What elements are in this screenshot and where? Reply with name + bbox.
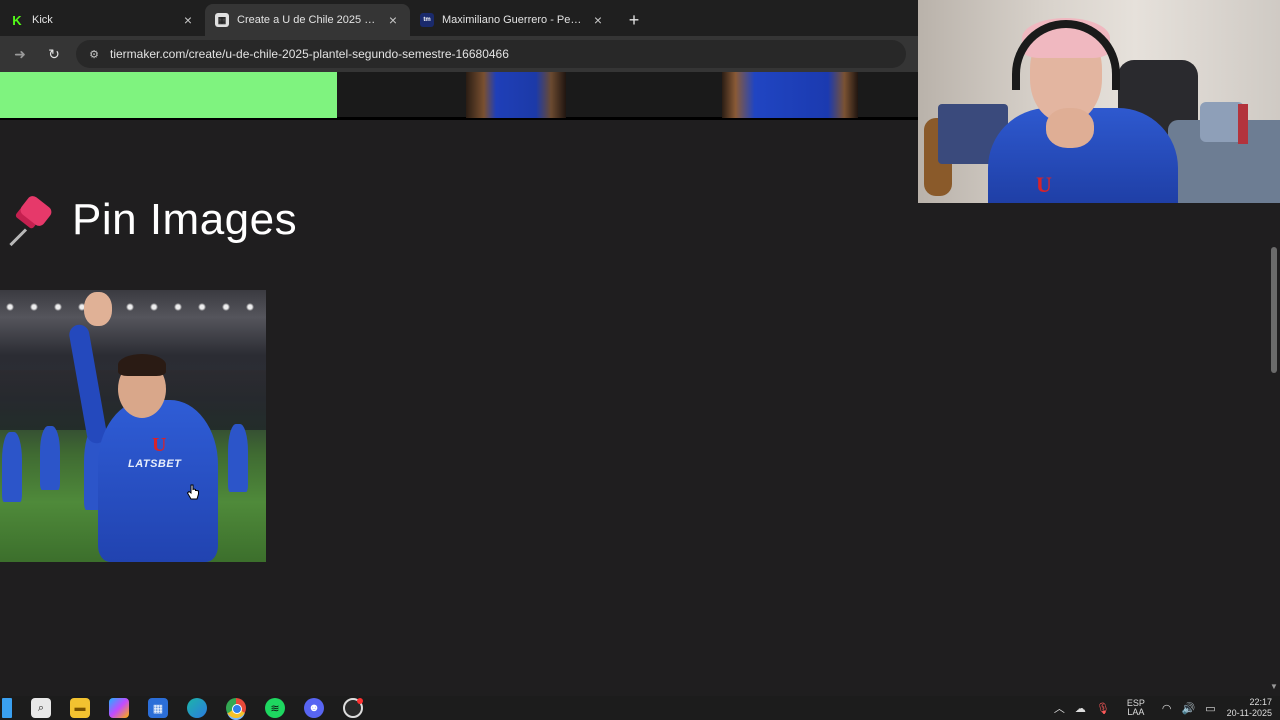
background-player [2,432,22,502]
site-info-icon[interactable]: ⚙ [86,46,102,62]
screen: K Kick × ▦ Create a U de Chile 2025 plan… [0,0,1280,720]
system-tray: ︿ ☁ 🎙 ESP LAA ◠ 🔊 ▭ 22:17 20-11-2025 [1049,696,1280,720]
browser-tab-strip: K Kick × ▦ Create a U de Chile 2025 plan… [0,0,918,36]
red-box [1238,104,1248,144]
store-icon[interactable]: ▦ [148,698,168,718]
edge-icon[interactable] [187,698,207,718]
kick-icon: K [10,13,24,28]
club-crest: U [152,434,167,456]
tier-label[interactable] [0,72,337,118]
hand-cursor-icon [186,484,199,500]
player-hair [118,354,166,376]
spotify-icon[interactable]: ≋ [265,698,285,718]
pushpin-icon [0,190,60,250]
tier-row [0,72,918,120]
player-hand [84,292,112,326]
tab-tiermaker[interactable]: ▦ Create a U de Chile 2025 plantel segun… [205,4,410,36]
stadium-lights [0,302,266,312]
copilot-icon[interactable] [109,698,129,718]
battery-icon[interactable]: ▭ [1205,702,1215,715]
url-text: tiermaker.com/create/u-de-chile-2025-pla… [110,47,509,61]
close-icon[interactable]: × [181,12,195,28]
tab-kick[interactable]: K Kick × [0,4,205,36]
tier-item-image[interactable] [466,72,566,118]
pinned-image[interactable]: U LATSBET [0,290,266,562]
player-jersey [98,400,218,562]
background-player [40,426,60,490]
chrome-icon[interactable] [226,698,246,718]
start-icon[interactable] [2,698,12,718]
clock-time: 22:17 [1249,697,1272,707]
new-tab-button[interactable]: + [619,4,649,36]
language-layout: LAA [1127,707,1145,717]
language-indicator[interactable]: ESP LAA [1127,699,1145,717]
jersey-sponsor: LATSBET [128,458,182,470]
microphone-icon[interactable]: 🎙 [1096,702,1110,715]
tier-item-image[interactable] [722,72,858,118]
tab-title: Create a U de Chile 2025 plantel segundo… [237,14,380,26]
clock[interactable]: 22:17 20-11-2025 [1227,697,1272,719]
page-scrollbar[interactable] [1268,203,1280,696]
browser-toolbar: ➜ ↻ ⚙ tiermaker.com/create/u-de-chile-20… [0,36,918,72]
chevron-up-icon[interactable]: ︿ [1054,700,1065,716]
streamer-hand [1046,108,1094,148]
volume-icon[interactable]: 🔊 [1182,702,1196,715]
discord-icon[interactable]: ☻ [304,698,324,718]
search-icon[interactable]: ⌕ [31,698,51,718]
transfermarkt-icon: tm [420,13,434,27]
tab-title: Kick [32,14,53,26]
forward-icon[interactable]: ➜ [6,40,34,68]
clock-date: 20-11-2025 [1226,708,1272,718]
reload-icon[interactable]: ↻ [40,40,68,68]
scrollbar-thumb[interactable] [1271,247,1277,373]
wifi-icon[interactable]: ◠ [1162,702,1172,715]
background-player [228,424,248,492]
page-title: Pin Images [72,195,298,244]
tab-transfermarkt[interactable]: tm Maximiliano Guerrero - Perfil del jug… [410,4,615,36]
file-explorer-icon[interactable]: ▬ [70,698,90,718]
obs-icon[interactable] [343,698,363,718]
tiermaker-icon: ▦ [215,13,229,27]
tab-title: Maximiliano Guerrero - Perfil del jugado… [442,14,585,26]
scroll-down-icon[interactable]: ▼ [1268,682,1280,694]
cloud-icon[interactable]: ☁ [1075,702,1086,715]
close-icon[interactable]: × [591,12,605,28]
close-icon[interactable]: × [386,12,400,28]
address-bar[interactable]: ⚙ tiermaker.com/create/u-de-chile-2025-p… [76,40,906,68]
webcam-overlay: U [918,0,1280,203]
pin-images-heading: Pin Images [0,190,297,250]
club-crest: U [1036,172,1052,197]
